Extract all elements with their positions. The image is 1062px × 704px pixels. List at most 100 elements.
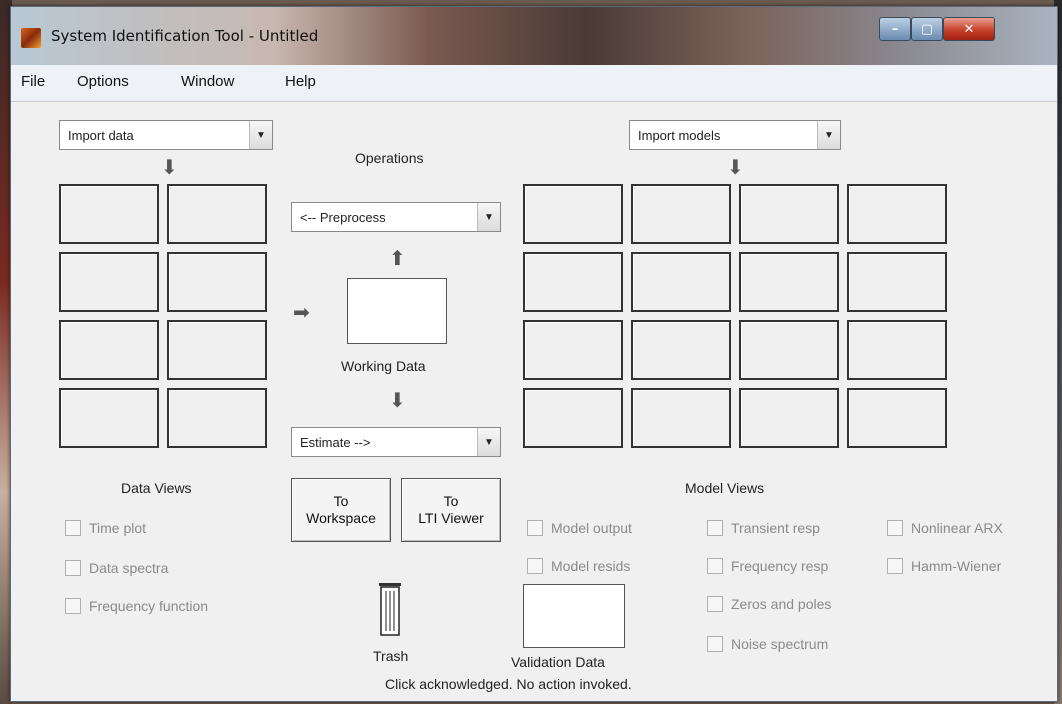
data-slot[interactable] (167, 252, 267, 312)
maximize-button[interactable]: ▢ (911, 17, 943, 41)
status-text: Click acknowledged. No action invoked. (385, 676, 632, 692)
checkbox-frequency-function[interactable]: Frequency function (65, 598, 208, 614)
arrow-down-icon: ⬇ (389, 388, 406, 412)
estimate-label: Estimate --> (300, 435, 371, 450)
preprocess-label: <-- Preprocess (300, 210, 386, 225)
chevron-down-icon: ▼ (249, 121, 272, 149)
trash-label: Trash (373, 648, 409, 664)
trash-icon[interactable] (377, 579, 403, 637)
model-slot[interactable] (739, 388, 839, 448)
close-button[interactable]: ✕ (943, 17, 995, 41)
checkbox-model-output[interactable]: Model output (527, 520, 632, 536)
data-slot[interactable] (167, 184, 267, 244)
data-slot[interactable] (59, 388, 159, 448)
checkbox-data-spectra[interactable]: Data spectra (65, 560, 168, 576)
model-slot[interactable] (739, 184, 839, 244)
validation-data-slot[interactable] (523, 584, 625, 648)
menu-options[interactable]: Options (77, 73, 129, 90)
checkbox-icon[interactable] (527, 558, 543, 574)
button-line: Workspace (306, 510, 376, 526)
checkbox-label: Model resids (551, 558, 631, 574)
checkbox-icon[interactable] (887, 520, 903, 536)
import-models-label: Import models (638, 128, 721, 143)
checkbox-noise-spectrum[interactable]: Noise spectrum (707, 636, 828, 652)
checkbox-icon[interactable] (65, 598, 81, 614)
model-slot[interactable] (847, 184, 947, 244)
checkbox-label: Model output (551, 520, 632, 536)
model-slot[interactable] (523, 320, 623, 380)
working-data-slot[interactable] (347, 278, 447, 344)
checkbox-icon[interactable] (707, 520, 723, 536)
model-slot[interactable] (523, 388, 623, 448)
import-data-label: Import data (68, 128, 134, 143)
menu-bar: File Options Window Help (11, 65, 1057, 102)
checkbox-model-resids[interactable]: Model resids (527, 558, 630, 574)
checkbox-icon[interactable] (65, 520, 81, 536)
model-views-grid (523, 184, 951, 448)
data-views-title: Data Views (121, 480, 192, 496)
import-models-dropdown[interactable]: Import models ▼ (629, 120, 841, 150)
data-views-grid (59, 184, 269, 448)
title-bar[interactable]: System Identification Tool - Untitled – … (11, 7, 1057, 65)
checkbox-icon[interactable] (707, 636, 723, 652)
checkbox-label: Hamm-Wiener (911, 558, 1002, 574)
operations-title: Operations (355, 150, 424, 166)
checkbox-hamm-wiener[interactable]: Hamm-Wiener (887, 558, 1001, 574)
model-slot[interactable] (631, 388, 731, 448)
validation-data-label: Validation Data (511, 654, 605, 670)
checkbox-label: Zeros and poles (731, 596, 832, 612)
checkbox-label: Time plot (89, 520, 147, 536)
checkbox-icon[interactable] (707, 596, 723, 612)
checkbox-label: Data spectra (89, 560, 169, 576)
app-window: System Identification Tool - Untitled – … (10, 6, 1058, 702)
model-slot[interactable] (847, 388, 947, 448)
checkbox-zeros-and-poles[interactable]: Zeros and poles (707, 596, 831, 612)
to-lti-viewer-button[interactable]: To LTI Viewer (401, 478, 501, 542)
chevron-down-icon: ▼ (477, 428, 500, 456)
checkbox-frequency-resp[interactable]: Frequency resp (707, 558, 828, 574)
chevron-down-icon: ▼ (477, 203, 500, 231)
model-slot[interactable] (523, 252, 623, 312)
menu-window[interactable]: Window (181, 73, 234, 90)
model-slot[interactable] (631, 320, 731, 380)
import-data-dropdown[interactable]: Import data ▼ (59, 120, 273, 150)
checkbox-icon[interactable] (527, 520, 543, 536)
button-line: To (443, 493, 459, 509)
data-slot[interactable] (59, 252, 159, 312)
main-panel: Import data ▼ ⬇ Data Views Time plot Dat… (11, 102, 1057, 701)
data-slot[interactable] (59, 184, 159, 244)
checkbox-transient-resp[interactable]: Transient resp (707, 520, 820, 536)
checkbox-nonlinear-arx[interactable]: Nonlinear ARX (887, 520, 1003, 536)
model-slot[interactable] (739, 320, 839, 380)
checkbox-label: Frequency function (89, 598, 209, 614)
checkbox-icon[interactable] (707, 558, 723, 574)
button-line: To (333, 493, 349, 509)
arrow-down-icon: ⬇ (727, 155, 744, 179)
model-slot[interactable] (631, 252, 731, 312)
model-slot[interactable] (631, 184, 731, 244)
model-views-title: Model Views (685, 480, 765, 496)
model-slot[interactable] (523, 184, 623, 244)
matlab-app-icon (21, 28, 41, 48)
checkbox-time-plot[interactable]: Time plot (65, 520, 146, 536)
data-slot[interactable] (167, 320, 267, 380)
minimize-button[interactable]: – (879, 17, 911, 41)
to-workspace-button[interactable]: To Workspace (291, 478, 391, 542)
menu-help[interactable]: Help (285, 73, 316, 90)
preprocess-dropdown[interactable]: <-- Preprocess ▼ (291, 202, 501, 232)
chevron-down-icon: ▼ (817, 121, 840, 149)
arrow-up-icon: ⬆ (389, 246, 406, 270)
menu-file[interactable]: File (21, 73, 45, 90)
data-slot[interactable] (59, 320, 159, 380)
model-slot[interactable] (847, 320, 947, 380)
checkbox-icon[interactable] (65, 560, 81, 576)
checkbox-icon[interactable] (887, 558, 903, 574)
checkbox-label: Frequency resp (731, 558, 829, 574)
estimate-dropdown[interactable]: Estimate --> ▼ (291, 427, 501, 457)
model-slot[interactable] (847, 252, 947, 312)
checkbox-label: Noise spectrum (731, 636, 829, 652)
model-slot[interactable] (739, 252, 839, 312)
data-slot[interactable] (167, 388, 267, 448)
working-data-label: Working Data (341, 358, 426, 374)
arrow-down-icon: ⬇ (161, 155, 178, 179)
